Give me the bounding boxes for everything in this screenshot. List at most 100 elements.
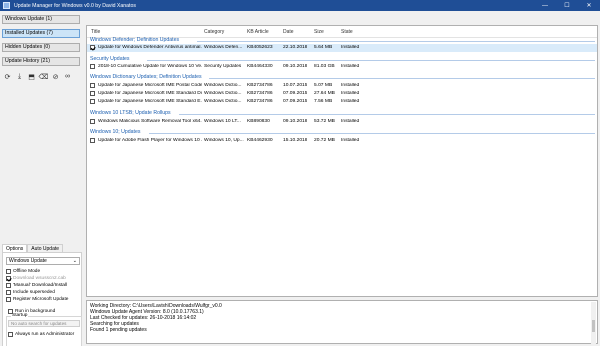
group-divider — [179, 114, 595, 115]
uninstall-icon[interactable]: ⌫ — [38, 71, 49, 82]
window-controls: — ☐ ✕ — [534, 0, 600, 11]
run-background-checkbox[interactable]: Run in background — [8, 308, 55, 314]
include-superseded-checkbox[interactable]: Include superseded — [6, 289, 55, 295]
row-checkbox[interactable] — [90, 64, 95, 69]
nav-hidden-updates[interactable]: Hidden Updates (0) — [2, 43, 80, 52]
update-source-value: Windows Update — [9, 258, 47, 264]
checkbox-box — [6, 268, 11, 274]
row-date: 09.10.2018 — [283, 119, 308, 124]
row-category: Security Updates — [204, 64, 242, 69]
row-checkbox[interactable] — [90, 138, 95, 143]
close-button[interactable]: ✕ — [578, 0, 600, 11]
log-scrollbar[interactable] — [591, 302, 596, 344]
row-state: Installed — [341, 64, 360, 69]
table-row[interactable]: Update for Japanese Microsoft IME Postal… — [87, 82, 597, 90]
row-title: Update for Japanese Microsoft IME Standa… — [98, 99, 202, 104]
chevron-down-icon: ⌄ — [72, 258, 77, 264]
options-tabs: Options Auto Update — [2, 244, 64, 252]
download-icon[interactable]: ⤓ — [14, 71, 25, 82]
row-title: Windows Malicious Software Removal Tool … — [98, 119, 202, 124]
install-icon[interactable]: ⬒ — [26, 71, 37, 82]
nav-installed-updates[interactable]: Installed Updates (7) — [2, 29, 80, 38]
row-size: 20.72 MB — [314, 138, 335, 143]
column-title[interactable]: Title — [91, 29, 100, 35]
row-date: 07.09.2015 — [283, 99, 308, 104]
row-size: 27.64 MB — [314, 91, 335, 96]
row-kb: KB2734786 — [247, 91, 273, 96]
left-panel: Windows Update (1) Installed Updates (7)… — [0, 11, 84, 346]
table-row[interactable]: Update for Adobe Flash Player for Window… — [87, 137, 597, 145]
column-kb[interactable]: KB Article — [247, 29, 269, 35]
register-ms-update-checkbox[interactable]: Register Microsoft Update — [6, 296, 68, 302]
table-row[interactable]: 2018-10 Cumulative Update for Windows 10… — [87, 63, 597, 71]
column-date[interactable]: Date — [283, 29, 294, 35]
offline-mode-label: Offline Mode — [13, 268, 41, 274]
nav-windows-update[interactable]: Windows Update (1) — [2, 15, 80, 24]
group-header: Windows 10 LTSB; Update Rollups — [90, 110, 171, 116]
link-icon[interactable]: ∞ — [62, 71, 73, 82]
tab-auto-update[interactable]: Auto Update — [27, 244, 64, 252]
log-output[interactable]: Working Directory: C:\Users\Lavish\Downl… — [86, 300, 598, 344]
checkbox-box — [6, 296, 11, 302]
download-wsusscn-label: Download wsusscn2.cab — [13, 275, 66, 281]
minimize-button[interactable]: — — [534, 0, 556, 11]
row-size: 5.64 MB — [314, 45, 333, 50]
column-state[interactable]: State — [341, 29, 353, 35]
group-header: Security Updates — [90, 56, 130, 62]
group-divider — [149, 133, 595, 134]
row-checkbox[interactable] — [90, 99, 95, 104]
row-kb: KB4052623 — [247, 45, 273, 50]
always-admin-checkbox[interactable]: Always run as Administrator — [8, 331, 74, 337]
auto-search-field[interactable]: No auto search for updates — [8, 320, 80, 327]
group-divider — [147, 60, 595, 61]
row-checkbox[interactable] — [90, 45, 95, 50]
scrollbar-thumb[interactable] — [592, 320, 595, 332]
row-title: Update for Japanese Microsoft IME Standa… — [98, 91, 202, 96]
table-row[interactable]: Update for Japanese Microsoft IME Standa… — [87, 98, 597, 106]
row-kb: KB4462930 — [247, 138, 273, 143]
table-row[interactable]: Update for Japanese Microsoft IME Standa… — [87, 90, 597, 98]
column-size[interactable]: Size — [314, 29, 324, 35]
row-state: Installed — [341, 91, 360, 96]
refresh-icon[interactable]: ⟳ — [2, 71, 13, 82]
row-checkbox[interactable] — [90, 119, 95, 124]
run-background-label: Run in background — [15, 308, 56, 314]
row-category: Windows Defen... — [204, 45, 243, 50]
row-title: Update for Japanese Microsoft IME Postal… — [98, 83, 202, 88]
group-header: Windows Dictionary Updates; Definition U… — [90, 74, 202, 80]
download-wsusscn-checkbox[interactable]: Download wsusscn2.cab — [6, 275, 66, 281]
row-title: Update for Adobe Flash Player for Window… — [98, 138, 202, 143]
offline-mode-checkbox[interactable]: Offline Mode — [6, 268, 40, 274]
row-category: Windows Dictio... — [204, 91, 242, 96]
maximize-button[interactable]: ☐ — [556, 0, 578, 11]
app-icon — [3, 2, 10, 9]
row-checkbox[interactable] — [90, 83, 95, 88]
always-admin-label: Always run as Administrator — [15, 331, 75, 337]
column-category[interactable]: Category — [204, 29, 224, 35]
row-date: 15.10.2018 — [283, 138, 308, 143]
log-line: Found 1 pending updates — [90, 327, 147, 333]
options-panel: Windows Update ⌄ Offline Mode Download w… — [2, 252, 82, 346]
group-header: Windows 10; Updates — [90, 129, 141, 135]
row-size: 7.56 MB — [314, 99, 333, 104]
row-size: 53.72 MB — [314, 119, 335, 124]
checkbox-box — [6, 289, 11, 295]
hide-icon[interactable]: ⊘ — [50, 71, 61, 82]
update-source-select[interactable]: Windows Update ⌄ — [6, 257, 80, 265]
row-category: Windows 10 LT... — [204, 119, 241, 124]
window-title: Update Manager for Windows v0.0 by David… — [14, 2, 136, 9]
row-state: Installed — [341, 138, 360, 143]
manual-download-checkbox[interactable]: 'Manual' Download/Install — [6, 282, 67, 288]
table-row[interactable]: Windows Malicious Software Removal Tool … — [87, 118, 597, 126]
row-state: Installed — [341, 119, 360, 124]
row-title: 2018-10 Cumulative Update for Windows 10… — [98, 64, 202, 69]
row-checkbox[interactable] — [90, 91, 95, 96]
row-size: 81.03 GB — [314, 64, 335, 69]
tab-options[interactable]: Options — [2, 244, 28, 252]
row-date: 10.07.2015 — [283, 83, 308, 88]
row-category: Windows Dictio... — [204, 83, 242, 88]
row-kb: KB2734786 — [247, 99, 273, 104]
table-row[interactable]: Update for Windows Defender Antivirus an… — [87, 44, 597, 52]
register-ms-update-label: Register Microsoft Update — [13, 296, 69, 302]
nav-update-history[interactable]: Update History (21) — [2, 57, 80, 66]
